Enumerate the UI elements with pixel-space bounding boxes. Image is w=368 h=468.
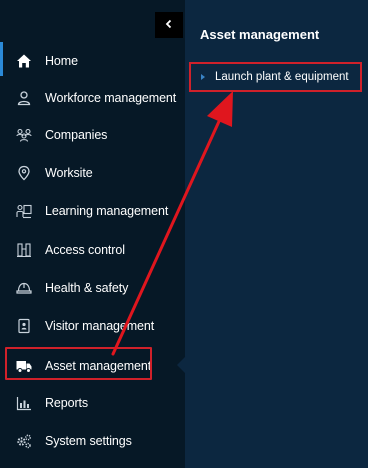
truck-icon [16, 358, 32, 374]
sidebar-item-label: Health & safety [45, 281, 129, 295]
sidebar-item-label: Learning management [45, 204, 169, 218]
sidebar-item-label: Companies [45, 128, 108, 142]
panel-title: Asset management [200, 27, 320, 42]
sidebar-item-label: Asset management [45, 359, 152, 373]
sidebar-item-reports[interactable]: Reports [0, 384, 185, 422]
collapse-sidebar-button[interactable] [155, 12, 183, 38]
submenu-item-label: Launch plant & equipment [215, 71, 349, 83]
sidebar-item-health-safety[interactable]: Health & safety [0, 269, 185, 307]
sidebar-item-companies[interactable]: Companies [0, 116, 185, 154]
sidebar-item-home[interactable]: Home [0, 42, 185, 80]
sidebar-item-learning-management[interactable]: Learning management [0, 192, 185, 230]
caret-right-icon [201, 74, 205, 80]
user-icon [16, 90, 32, 106]
sidebar-item-asset-management[interactable]: Asset management [0, 347, 185, 385]
submenu-pointer [177, 356, 186, 374]
home-icon [16, 53, 32, 69]
sidebar-item-label: Reports [45, 396, 89, 410]
learning-icon [16, 203, 32, 219]
bar-chart-icon [16, 395, 32, 411]
visitor-badge-icon [16, 318, 32, 334]
sidebar-item-label: Visitor management [45, 319, 155, 333]
submenu-item-launch-plant-equipment[interactable]: Launch plant & equipment [189, 62, 362, 92]
sidebar-item-label: Home [45, 54, 78, 68]
sidebar-item-system-settings[interactable]: System settings [0, 422, 185, 460]
sidebar-item-access-control[interactable]: Access control [0, 231, 185, 269]
submenu-panel: Asset management Launch plant & equipmen… [185, 0, 368, 468]
sidebar-item-label: Workforce management [45, 91, 177, 105]
sidebar-item-worksite[interactable]: Worksite [0, 154, 185, 192]
users-group-icon [16, 127, 32, 143]
sidebar-item-visitor-management[interactable]: Visitor management [0, 307, 185, 345]
chevron-left-icon [164, 16, 174, 34]
hard-hat-icon [16, 280, 32, 296]
sidebar-item-workforce-management[interactable]: Workforce management [0, 79, 185, 117]
sidebar-item-label: Worksite [45, 166, 93, 180]
turnstile-icon [16, 242, 32, 258]
location-pin-icon [16, 165, 32, 181]
sidebar-item-label: Access control [45, 243, 125, 257]
sidebar: Home Workforce management Companies Work… [0, 0, 185, 468]
sidebar-item-label: System settings [45, 434, 132, 448]
gears-icon [16, 433, 32, 449]
